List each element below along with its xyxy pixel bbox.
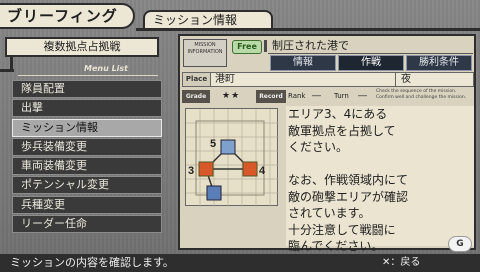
briefing-line: ください。 (288, 140, 349, 154)
menu-rail-horizontal (0, 69, 14, 72)
mission-minimap: 5 3 4 (185, 108, 279, 207)
map-area-outline (195, 120, 265, 196)
menu-item-potential-change[interactable]: ポテンシャル変更 (12, 176, 162, 195)
menu-item-class-change[interactable]: 兵種変更 (12, 195, 162, 214)
minimap-svg: 5 3 4 (186, 109, 279, 207)
rank-label: Rank (288, 92, 306, 100)
briefing-line: 臨んでください。 (288, 239, 384, 253)
record-label: Record (256, 90, 286, 103)
place-row: Place 港町 夜 (182, 72, 474, 87)
ally-base-marker (206, 185, 222, 201)
place-label: Place (183, 73, 211, 86)
place-value: 港町 (215, 74, 235, 85)
menu-item-vehicle-equipment[interactable]: 車両装備変更 (12, 157, 162, 176)
mission-title: 制圧された港で (268, 38, 473, 54)
grade-label: Grade (182, 90, 210, 103)
menu-item-infantry-equipment[interactable]: 歩兵装備変更 (12, 137, 162, 156)
briefing-line: 敵軍拠点を占拠して (288, 123, 396, 138)
briefing-line (288, 156, 474, 173)
menu-list-label: Menu List (18, 64, 158, 76)
map-grid (186, 109, 279, 207)
menu-item-leader-appoint[interactable]: リーダー任命 (12, 215, 162, 234)
site-logo: G (448, 236, 472, 252)
tab-victory-conditions[interactable]: 勝利条件 (406, 55, 472, 71)
node-3-marker (198, 161, 214, 177)
menu-item-sortie[interactable]: 出撃 (12, 99, 162, 118)
page-title: ブリーフィング (0, 3, 135, 29)
mission-badge-text: MISSION INFORMATION (187, 42, 223, 55)
grade-stars: ★★ (222, 91, 241, 101)
footer-bar: ミッションの内容を確認します。 ✕：戻る (0, 254, 480, 272)
grade-record-row: Grade ★★ Record Rank ― Turn ― (182, 90, 372, 103)
menu-item-mission-info[interactable]: ミッション情報 (12, 118, 162, 137)
turn-value: ― (358, 91, 367, 101)
free-badge: Free (232, 40, 262, 54)
node-label-5: 5 (210, 138, 216, 150)
node-5-marker (220, 139, 236, 155)
briefing-line: なお、作戦領域内にて (288, 173, 409, 187)
rank-value: ― (312, 91, 321, 101)
back-button[interactable]: ✕：戻る (382, 254, 420, 272)
node-label-4: 4 (259, 165, 266, 177)
menu-item-unit-deploy[interactable]: 隊員配置 (12, 80, 162, 98)
briefing-line: エリア3、4にある (288, 107, 388, 121)
briefing-line: されています。 (288, 206, 371, 220)
section-tab-mission-info: ミッション情報 (143, 10, 273, 29)
mission-information-badge: MISSION INFORMATION (183, 39, 227, 67)
node-label-3: 3 (188, 165, 194, 177)
header-divider (136, 28, 480, 31)
menu-rail (10, 57, 13, 69)
title-bar-marker (264, 40, 267, 52)
menu-list: 隊員配置 出撃 ミッション情報 歩兵装備変更 車両装備変更 ポテンシャル変更 兵… (12, 80, 162, 234)
tab-info[interactable]: 情報 (270, 55, 336, 71)
strategy-type-label: 複数拠点占拠戦 (5, 37, 159, 57)
time-of-day: 夜 (395, 73, 473, 86)
mission-panel: MISSION INFORMATION Free 制圧された港で 情報 作戦 勝… (178, 34, 476, 253)
briefing-line: 敵の砲撃エリアが確認 (288, 189, 409, 204)
mission-tip: Check the sequence of the mission. Confi… (376, 89, 467, 100)
briefing-line: 十分注意して戦闘に (288, 222, 396, 237)
briefing-text: エリア3、4にある 敵軍拠点を占拠して ください。 なお、作戦領域内にて 敵の砲… (286, 106, 474, 253)
help-text: ミッションの内容を確認します。 (10, 256, 174, 269)
node-4-marker (242, 161, 258, 177)
tab-operation[interactable]: 作戦 (338, 55, 404, 71)
turn-label: Turn (334, 92, 349, 100)
